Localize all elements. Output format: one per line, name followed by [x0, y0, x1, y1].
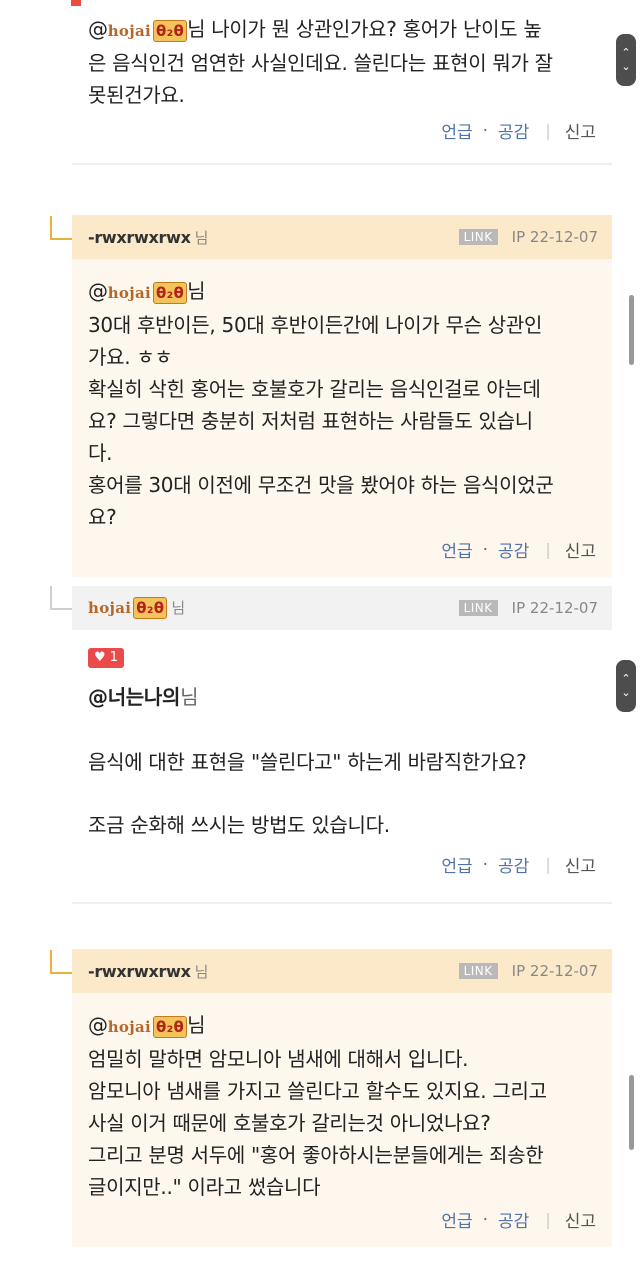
link-badge[interactable]: LINK — [458, 963, 498, 979]
comment-actions: 언급 · 공감 | 신고 — [441, 118, 596, 144]
mention-link[interactable]: 언급 — [441, 1207, 472, 1232]
action-separator: | — [545, 121, 551, 140]
comment-meta: LINK IP 22-12-07 — [458, 599, 598, 617]
user-logo-icon: θ₂θ — [152, 19, 188, 42]
like-link[interactable]: 공감 — [498, 118, 529, 143]
comment-actions: 언급 · 공감 | 신고 — [441, 1207, 596, 1233]
comment-meta: LINK IP 22-12-07 — [458, 962, 598, 980]
partial-comment-body: @ hojai θ₂θ 님 나이가 뭔 상관인가요? 홍어가 난이도 높 은 음식인건… — [72, 0, 612, 111]
comment-header: hojai θ₂θ 님 LINK IP 22-12-07 — [72, 586, 612, 630]
author-suffix: 님 — [194, 962, 209, 981]
divider — [72, 163, 612, 165]
report-link[interactable]: 신고 — [565, 118, 596, 143]
action-dot: · — [482, 539, 489, 560]
action-dot: · — [482, 120, 489, 141]
comment-meta: LINK IP 22-12-07 — [458, 228, 598, 246]
ip-label: IP — [511, 962, 526, 980]
chevron-up-icon: ⌃ — [621, 672, 631, 685]
author-name[interactable]: hojai θ₂θ — [88, 597, 168, 620]
report-link[interactable]: 신고 — [565, 852, 596, 877]
red-marker — [71, 0, 81, 6]
link-badge[interactable]: LINK — [458, 600, 498, 616]
reply-comment-3: -rwxrwxrwx 님 LINK IP 22-12-07 @ hojai θ₂θ 님 … — [72, 949, 612, 1247]
ip-label: IP — [511, 228, 526, 246]
chevron-up-icon: ⌃ — [621, 46, 631, 59]
action-dot: · — [482, 1209, 489, 1230]
comment-actions: 언급 · 공감 | 신고 — [441, 537, 596, 563]
author-name[interactable]: -rwxrwxrwx — [88, 962, 191, 981]
reply-elbow-icon — [50, 950, 74, 974]
mention-link[interactable]: 언급 — [441, 852, 472, 877]
comment-body: @너는나의님 음식에 대한 표현을 "쓸린다고" 하는게 바람직한가요? 조금 … — [88, 685, 527, 837]
mention-user[interactable]: hojai θ₂θ — [108, 1011, 188, 1043]
scroll-up-down-button[interactable]: ⌃ ⌄ — [616, 660, 636, 712]
partial-comment: @ hojai θ₂θ 님 나이가 뭔 상관인가요? 홍어가 난이도 높 은 음식인건… — [71, 0, 612, 165]
like-link[interactable]: 공감 — [498, 852, 529, 877]
like-badge[interactable]: ♥ 1 — [88, 647, 125, 668]
scroll-up-down-button[interactable]: ⌃ ⌄ — [616, 34, 636, 86]
user-logo-icon: θ₂θ — [152, 1015, 188, 1038]
comment-date: 22-12-07 — [529, 599, 598, 617]
user-logo-icon: θ₂θ — [133, 597, 168, 620]
action-dot: · — [482, 854, 489, 875]
divider — [72, 902, 612, 904]
mention-user[interactable]: @너는나의 — [88, 685, 180, 709]
action-separator: | — [545, 1210, 551, 1229]
heart-icon: ♥ — [94, 650, 106, 665]
author-suffix: 님 — [194, 228, 209, 247]
reply-elbow-icon — [50, 586, 74, 610]
chevron-down-icon: ⌄ — [621, 60, 631, 73]
comment-body: @ hojai θ₂θ 님 30대 후반이든, 50대 후반이든간에 나이가 무슨 상… — [72, 259, 612, 533]
mention-link[interactable]: 언급 — [441, 118, 472, 143]
chevron-down-icon: ⌄ — [621, 686, 631, 699]
user-logo-icon: θ₂θ — [152, 281, 188, 304]
author-name[interactable]: -rwxrwxrwx — [88, 228, 191, 247]
mention-link[interactable]: 언급 — [441, 537, 472, 562]
scrollbar-thumb[interactable] — [629, 295, 634, 365]
report-link[interactable]: 신고 — [565, 537, 596, 562]
like-link[interactable]: 공감 — [498, 537, 529, 562]
like-link[interactable]: 공감 — [498, 1207, 529, 1232]
comment-header: -rwxrwxrwx 님 LINK IP 22-12-07 — [72, 215, 612, 259]
scrollbar-thumb[interactable] — [629, 1075, 634, 1150]
action-separator: | — [545, 855, 551, 874]
comment-header: -rwxrwxrwx 님 LINK IP 22-12-07 — [72, 949, 612, 993]
reply-comment-1: -rwxrwxrwx 님 LINK IP 22-12-07 @ hojai θ₂θ 님 … — [72, 215, 612, 577]
comment-date: 22-12-07 — [529, 962, 598, 980]
comment-body: @ hojai θ₂θ 님 엄밀히 말하면 암모니아 냄새에 대해서 입니다. 암모니… — [72, 993, 612, 1203]
ip-label: IP — [511, 599, 526, 617]
comment-actions: 언급 · 공감 | 신고 — [441, 852, 596, 878]
report-link[interactable]: 신고 — [565, 1207, 596, 1232]
reply-elbow-icon — [50, 216, 74, 240]
action-separator: | — [545, 540, 551, 559]
mention-user[interactable]: hojai θ₂θ — [108, 277, 188, 309]
reply-comment-2: hojai θ₂θ 님 LINK IP 22-12-07 ♥ 1 @너는나의님 음식… — [72, 586, 612, 904]
link-badge[interactable]: LINK — [458, 229, 498, 245]
author-suffix: 님 — [171, 598, 186, 617]
comment-date: 22-12-07 — [529, 228, 598, 246]
mention-user[interactable]: hojai θ₂θ — [108, 15, 188, 47]
